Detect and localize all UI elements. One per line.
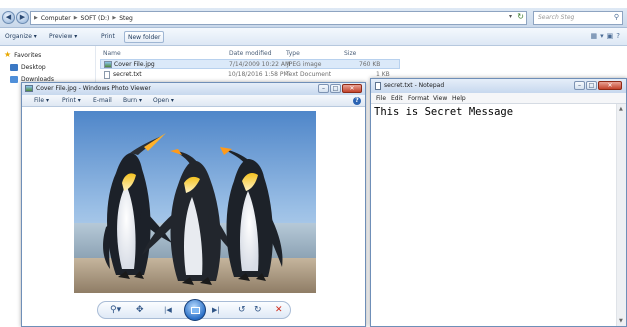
notepad-text-area[interactable]: This is Secret Message: [374, 106, 513, 118]
command-bar: Organize ▾ Preview ▾ Print New folder ▦▾…: [0, 28, 627, 46]
photo-viewer-window: Cover File.jpg - Windows Photo Viewer – …: [21, 82, 366, 327]
menu-help[interactable]: Help: [452, 95, 466, 102]
control-bar: ⚲▾ ✥ |◀ ▶| ↺ ↻ ✕: [97, 299, 291, 321]
address-bar-area: ◀ ▶ ▶ Computer ▶ SOFT (D:) ▶ Steg ▾ ↻ Se…: [0, 8, 627, 28]
scroll-down-icon[interactable]: ▼: [619, 318, 623, 324]
star-icon: ★: [4, 50, 12, 59]
penguins-photo: [74, 111, 316, 293]
table-row[interactable]: Cover File.jpg 7/14/2009 10:22 AM JPEG i…: [100, 59, 400, 69]
breadcrumb-separator: ▶: [73, 15, 78, 21]
breadcrumb-drive[interactable]: SOFT (D:): [81, 15, 110, 22]
zoom-icon[interactable]: ⚲▾: [110, 305, 121, 316]
viewer-title-bar[interactable]: Cover File.jpg - Windows Photo Viewer – …: [22, 83, 365, 95]
chevron-down-icon[interactable]: ▾: [509, 13, 512, 20]
file-date: 7/14/2009 10:22 AM: [229, 61, 291, 68]
image-canvas: [22, 107, 365, 297]
nav-favorites[interactable]: ★ Favorites: [4, 50, 41, 60]
file-type: Text Document: [286, 71, 332, 78]
nav-desktop-label: Desktop: [21, 63, 46, 71]
folder-icon: ▶: [34, 15, 38, 21]
menu-email[interactable]: E-mail: [93, 97, 112, 104]
photo-viewer-icon: [25, 85, 33, 92]
breadcrumb-folder[interactable]: Steg: [119, 15, 133, 22]
search-input[interactable]: Search Steg ⚲: [533, 11, 623, 25]
notepad-title: secret.txt - Notepad: [384, 82, 445, 89]
file-type: JPEG image: [287, 61, 322, 68]
table-row[interactable]: secret.txt 10/18/2016 1:58 PM Text Docum…: [100, 70, 400, 80]
file-date: 10/18/2016 1:58 PM: [228, 71, 289, 78]
menu-file[interactable]: File: [376, 95, 386, 102]
image-file-icon: [104, 61, 112, 68]
menu-view[interactable]: View: [433, 95, 447, 102]
delete-icon[interactable]: ✕: [275, 305, 283, 316]
rotate-counterclockwise-icon[interactable]: ↺: [238, 305, 246, 316]
actual-size-icon[interactable]: ✥: [136, 305, 144, 316]
view-options-icon[interactable]: ▦▾▣?: [591, 32, 623, 40]
slideshow-button[interactable]: [184, 299, 206, 321]
menu-burn[interactable]: Burn ▾: [123, 97, 142, 104]
column-date[interactable]: Date modified: [229, 50, 272, 57]
next-icon[interactable]: ▶|: [212, 305, 220, 316]
menu-print[interactable]: Print ▾: [62, 97, 81, 104]
breadcrumb-computer[interactable]: Computer: [41, 15, 71, 22]
desktop-icon: [10, 63, 18, 71]
help-icon[interactable]: ?: [353, 97, 361, 105]
vertical-scrollbar[interactable]: ▲ ▼: [616, 104, 626, 326]
minimize-button[interactable]: –: [574, 81, 585, 90]
file-size: 1 KB: [376, 71, 390, 78]
nav-favorites-label: Favorites: [14, 51, 42, 59]
address-bar[interactable]: ▶ Computer ▶ SOFT (D:) ▶ Steg ▾ ↻: [30, 11, 527, 25]
menu-open[interactable]: Open ▾: [153, 97, 174, 104]
refresh-icon[interactable]: ↻: [517, 12, 524, 21]
downloads-icon: [10, 75, 18, 83]
slideshow-icon: [191, 307, 200, 314]
text-file-icon: [104, 71, 110, 79]
maximize-button[interactable]: □: [330, 84, 341, 93]
nav-desktop[interactable]: Desktop: [10, 62, 46, 72]
column-type[interactable]: Type: [286, 50, 300, 57]
close-button[interactable]: ✕: [598, 81, 622, 90]
notepad-title-bar[interactable]: secret.txt - Notepad – □ ✕: [371, 79, 626, 93]
search-icon: ⚲: [613, 13, 619, 21]
previous-icon[interactable]: |◀: [164, 305, 172, 316]
rotate-clockwise-icon[interactable]: ↻: [254, 305, 262, 316]
forward-icon[interactable]: ▶: [16, 11, 29, 24]
viewer-title: Cover File.jpg - Windows Photo Viewer: [36, 85, 151, 92]
maximize-button[interactable]: □: [586, 81, 597, 90]
close-button[interactable]: ✕: [342, 84, 362, 93]
scroll-up-icon[interactable]: ▲: [619, 106, 623, 112]
viewer-controls: ⚲▾ ✥ |◀ ▶| ↺ ↻ ✕: [22, 297, 365, 326]
column-size[interactable]: Size: [344, 50, 356, 57]
menu-edit[interactable]: Edit: [391, 95, 403, 102]
back-icon[interactable]: ◀: [2, 11, 15, 24]
file-name: secret.txt: [113, 71, 142, 78]
notepad-window: secret.txt - Notepad – □ ✕ File Edit For…: [370, 78, 627, 327]
breadcrumb-separator: ▶: [112, 15, 117, 21]
notepad-menu-bar: File Edit Format View Help: [371, 93, 626, 104]
preview-button[interactable]: Preview ▾: [46, 31, 80, 43]
notepad-icon: [375, 82, 381, 90]
minimize-button[interactable]: –: [318, 84, 329, 93]
file-name: Cover File.jpg: [114, 61, 155, 68]
menu-file[interactable]: File ▾: [34, 97, 49, 104]
search-placeholder: Search Steg: [538, 14, 575, 21]
menu-format[interactable]: Format: [408, 95, 429, 102]
viewer-menu-bar: File ▾ Print ▾ E-mail Burn ▾ Open ▾ ?: [22, 95, 365, 107]
file-size: 760 KB: [359, 61, 381, 68]
new-folder-button[interactable]: New folder: [124, 31, 165, 43]
print-button[interactable]: Print: [98, 31, 118, 43]
organize-button[interactable]: Organize ▾: [2, 31, 40, 43]
column-name[interactable]: Name: [103, 50, 121, 57]
